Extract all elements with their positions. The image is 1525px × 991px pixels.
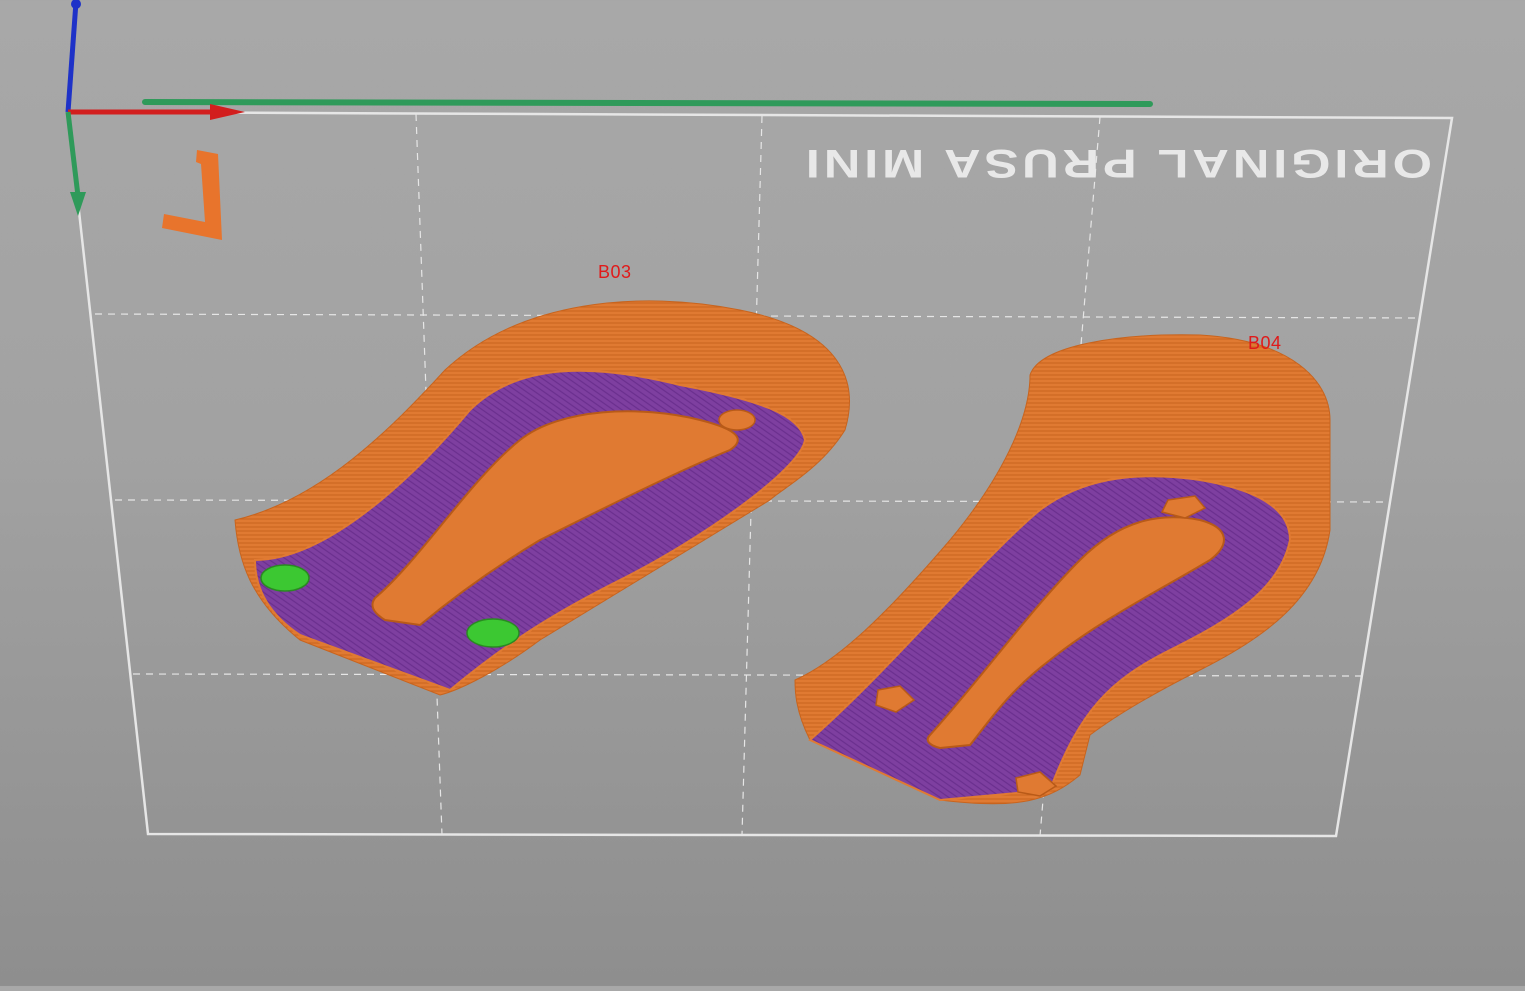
y-axis	[65, 111, 81, 197]
3d-viewport[interactable]: ORIGINAL PRUSA MINI B03 B04	[0, 0, 1525, 986]
object-b03[interactable]	[234, 300, 850, 696]
z-axis	[65, 1, 79, 113]
scene-canvas[interactable]: ORIGINAL PRUSA MINI	[0, 0, 1525, 986]
y-axis-long	[142, 99, 1153, 107]
bed-origin-marker	[162, 150, 222, 240]
object-label-b03: B03	[598, 262, 632, 282]
object-label-b04: B04	[1248, 333, 1282, 353]
object-b04[interactable]	[794, 334, 1331, 805]
bed-logo-text: ORIGINAL PRUSA MINI	[802, 141, 1432, 185]
